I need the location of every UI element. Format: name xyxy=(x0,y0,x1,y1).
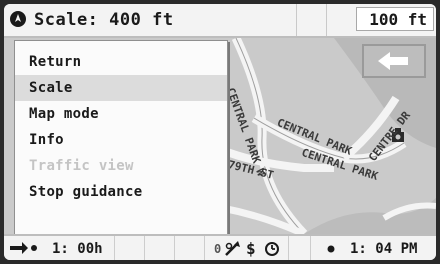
top-status-bar: Scale: 400 ft 100 ft xyxy=(4,4,436,38)
topbar-divider xyxy=(296,4,297,36)
back-button[interactable] xyxy=(362,44,426,78)
camera-icon[interactable] xyxy=(392,128,404,142)
route-arrow-icon xyxy=(10,239,38,260)
bottombar-divider xyxy=(310,236,311,260)
menu-item-traffic-view: Traffic view xyxy=(29,158,134,174)
menu-item-stop-guidance[interactable]: Stop guidance xyxy=(15,179,227,205)
navigation-screen: Scale: 400 ft 100 ft CENTRAL PARK W CENT… xyxy=(4,4,436,260)
bottom-status-bar: 1: 00h 0 $ 1: 04 PM xyxy=(4,234,436,260)
clock-icon xyxy=(264,239,280,260)
menu-item-return[interactable]: Return xyxy=(15,49,227,75)
signal-icon xyxy=(224,239,242,260)
bottombar-divider xyxy=(114,236,115,260)
topbar-divider xyxy=(326,4,327,36)
scale-label: Scale: 400 ft xyxy=(34,10,174,30)
bottombar-divider xyxy=(144,236,145,260)
traffic-count: 0 xyxy=(214,242,222,256)
arrow-left-icon xyxy=(378,52,408,70)
dollar-icon: $ xyxy=(246,239,256,258)
bottombar-divider xyxy=(174,236,175,260)
context-menu: Return Scale Map mode Info Traffic view … xyxy=(14,40,228,236)
menu-item-info[interactable]: Info xyxy=(15,127,227,153)
compass-icon[interactable] xyxy=(10,11,26,27)
menu-item-map-mode[interactable]: Map mode xyxy=(15,101,227,127)
clock-time: 1: 04 PM xyxy=(350,241,418,257)
menu-item-scale[interactable]: Scale xyxy=(15,75,227,101)
bottombar-divider xyxy=(204,236,205,260)
time-remaining: 1: 00h xyxy=(52,241,103,257)
status-dot-icon xyxy=(326,239,336,260)
bottombar-divider xyxy=(288,236,289,260)
scale-value-box[interactable]: 100 ft xyxy=(356,7,434,31)
